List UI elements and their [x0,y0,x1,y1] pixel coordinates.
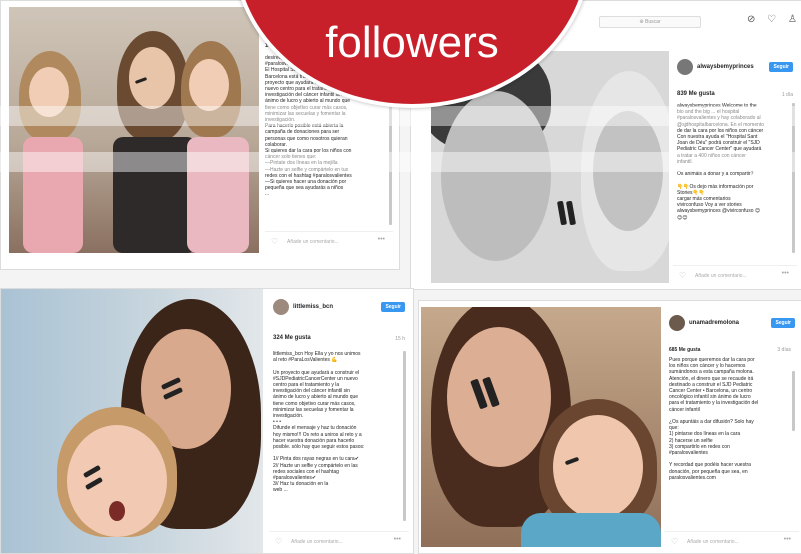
heart-icon[interactable]: ♡ [671,537,678,546]
avatar[interactable] [273,299,289,315]
post-age: 3 días [777,347,791,353]
more-options-icon[interactable]: ••• [394,536,401,543]
post-photo[interactable] [9,7,259,253]
search-input[interactable]: ⊕ Buscar [599,16,701,28]
post-likes: 685 Me gusta [669,347,701,353]
comment-bar: ♡ Añade un comentario... ••• [673,265,797,285]
photo-figure [553,415,643,519]
post-card-littlemiss: littlemiss_bcn Seguir 324 Me gusta 15 h … [0,288,414,554]
post-photo[interactable] [1,289,263,553]
heart-icon[interactable]: ♡ [679,271,686,280]
avatar[interactable] [677,59,693,75]
more-options-icon[interactable]: ••• [784,536,791,543]
post-username[interactable]: alwaysbemyprinces [697,64,754,70]
caption-scrollbar[interactable] [792,371,795,431]
avatar[interactable] [669,315,685,331]
post-caption: littlemiss_bcn Hoy Ella y yo nos unimos a… [273,351,401,494]
follow-button[interactable]: Seguir [769,62,793,72]
post-caption: Pues porque queremos dar la cara por los … [669,357,789,481]
more-options-icon[interactable]: ••• [782,270,789,277]
comment-input[interactable]: Añade un comentario... [687,539,739,545]
caption-line: ... [265,191,270,198]
comment-input[interactable]: Añade un comentario... [291,539,343,545]
heart-icon[interactable]: ♡ [275,537,282,546]
post-age: 1 día [781,92,793,98]
caption-line: web ... [273,487,288,494]
comment-bar: ♡ Añade un comentario... ••• [665,531,799,551]
post-card-unamadremolona: unamadremolona Seguir 685 Me gusta 3 día… [418,300,801,554]
post-username[interactable]: littlemiss_bcn [293,304,333,310]
caption-line: paralosvalientes.com [669,474,716,481]
comment-bar: ♡ Añade un comentario... ••• [265,231,393,252]
post-likes: 839 Me gusta [677,91,715,97]
caption-scrollbar[interactable] [403,351,406,521]
post-sidebar: unamadremolona Seguir 685 Me gusta 3 día… [665,307,799,551]
post-age: 15 h [395,336,405,342]
photo-figure [565,200,577,226]
follow-button[interactable]: Seguir [381,302,405,312]
comment-input[interactable]: Añade un comentario... [695,273,747,279]
overlay-band [0,152,801,172]
post-sidebar: littlemiss_bcn Seguir 324 Me gusta 15 h … [269,293,409,551]
photo-figure [109,501,125,521]
person-icon[interactable]: ♙ [788,14,797,25]
comment-bar: ♡ Añade un comentario... ••• [269,531,409,551]
banner-text: followers [325,18,499,67]
overlay-band [0,106,801,126]
heart-icon[interactable]: ♡ [767,14,776,25]
more-options-icon[interactable]: ••• [378,236,385,243]
photo-figure [129,47,175,109]
heart-icon[interactable]: ♡ [271,237,278,246]
follow-button[interactable]: Seguir [771,318,795,328]
post-likes: 324 Me gusta [273,335,311,341]
photo-figure [521,513,661,547]
top-navigation-bar: ⊕ Buscar ⊘ ♡ ♙ [555,10,801,32]
post-photo[interactable] [421,307,661,547]
post-username[interactable]: unamadremolona [689,320,739,326]
caption-line: 😊😊 [677,214,688,221]
photo-figure [447,327,551,467]
compass-icon[interactable]: ⊘ [747,14,755,25]
photo-figure [189,59,229,111]
comment-input[interactable]: Añade un comentario... [287,239,339,245]
